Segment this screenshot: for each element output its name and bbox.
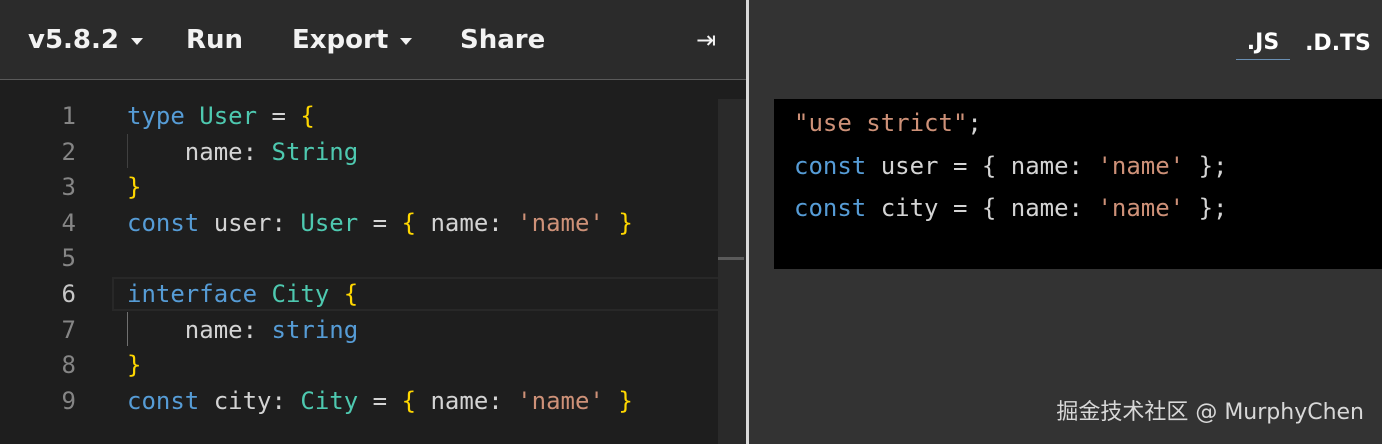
- collapse-panel-icon[interactable]: ⇥: [696, 0, 716, 80]
- run-label: Run: [186, 25, 244, 55]
- line-number: 6: [61, 280, 76, 308]
- code-token: 'name': [1097, 151, 1185, 180]
- code-text: name: string: [127, 313, 358, 348]
- code-token: const: [127, 208, 200, 237]
- code-token: const: [794, 194, 867, 222]
- code-token: {: [343, 280, 359, 308]
- code-token: City: [300, 386, 359, 415]
- code-text: interface City {: [127, 277, 358, 312]
- code-line[interactable]: 8}: [0, 348, 716, 383]
- tab-dts[interactable]: .D.TS: [1305, 26, 1371, 60]
- tab-js-label: .JS: [1246, 30, 1280, 55]
- code-token: }: [618, 386, 633, 415]
- output-line: const city = { name: 'name' };: [794, 188, 1228, 228]
- code-line[interactable]: 7 name: string: [0, 313, 716, 348]
- code-token: =: [257, 102, 301, 130]
- code-token: type: [127, 102, 185, 130]
- code-token: =: [358, 208, 402, 237]
- code-token: user:: [199, 208, 301, 237]
- code-token: name:: [416, 386, 518, 415]
- code-token: city:: [199, 386, 301, 415]
- scrollbar-thumb-mark[interactable]: [718, 257, 744, 260]
- line-number: 4: [61, 208, 76, 237]
- collapse-glyph: ⇥: [696, 26, 717, 54]
- version-label: v5.8.2: [28, 25, 119, 55]
- code-token: =: [358, 386, 402, 415]
- code-token: City: [271, 280, 330, 308]
- watermark: 掘金技术社区 @ MurphyChen: [1056, 400, 1364, 425]
- code-token: string: [271, 315, 359, 344]
- code-line[interactable]: 1 type User = {: [0, 99, 716, 134]
- code-token: };: [1184, 194, 1228, 222]
- code-line[interactable]: 6 interface City {: [0, 277, 716, 312]
- code-token: name:: [416, 208, 518, 237]
- line-number: 9: [61, 386, 76, 415]
- version-dropdown[interactable]: v5.8.2: [28, 0, 143, 80]
- compiled-output: "use strict"; const user = { name: 'name'…: [774, 99, 1382, 269]
- code-token: 'name': [517, 208, 604, 237]
- code-editor[interactable]: 1 type User = {2 name: String 3} 4 const use…: [0, 99, 746, 444]
- code-line[interactable]: 9 const city: City = { name: 'name' }: [0, 384, 716, 419]
- code-token: name:: [127, 315, 272, 344]
- code-text: name: String: [127, 135, 358, 170]
- editor-scrollbar[interactable]: [718, 99, 746, 444]
- line-number: 7: [61, 315, 76, 344]
- code-token: "use strict": [794, 109, 968, 137]
- code-token: const: [794, 151, 867, 180]
- code-token: interface: [127, 280, 258, 308]
- code-text: const city: City = { name: 'name' }: [127, 384, 633, 419]
- code-token: User: [300, 208, 359, 237]
- code-token: String: [271, 137, 359, 166]
- code-line[interactable]: 5: [0, 241, 716, 276]
- code-token: 'name': [1097, 194, 1185, 222]
- code-line[interactable]: 3}: [0, 170, 716, 205]
- code-token: }: [127, 173, 142, 202]
- code-token: {: [300, 102, 315, 130]
- tab-dts-label: .D.TS: [1305, 30, 1371, 56]
- export-dropdown[interactable]: Export: [292, 0, 413, 80]
- code-token: {: [401, 386, 417, 415]
- code-line[interactable]: 4 const user: User = { name: 'name' }: [0, 206, 716, 241]
- line-number: 3: [61, 173, 76, 202]
- code-token: city = { name:: [866, 194, 1098, 222]
- output-line: const user = { name: 'name' };: [794, 146, 1228, 186]
- playground-app: v5.8.2 Run Export Share ⇥ 1 type User = {…: [0, 0, 1382, 444]
- chevron-down-icon: [400, 38, 413, 45]
- code-text: }: [127, 170, 141, 205]
- code-text: }: [127, 348, 141, 383]
- code-text: const user: User = { name: 'name' }: [127, 206, 633, 241]
- export-label: Export: [292, 25, 389, 55]
- code-token: ;: [967, 109, 982, 137]
- editor-pane: v5.8.2 Run Export Share ⇥ 1 type User = {…: [0, 0, 746, 444]
- output-pane: .JS .D.TS "use strict"; const user = { na…: [749, 0, 1382, 444]
- code-token: }: [618, 208, 633, 237]
- code-line[interactable]: 2 name: String: [0, 135, 716, 170]
- code-token: user = { name:: [866, 151, 1098, 180]
- code-text: type User = {: [127, 99, 315, 134]
- line-number: 2: [61, 137, 76, 166]
- toolbar: v5.8.2 Run Export Share ⇥: [0, 0, 746, 80]
- output-line: "use strict";: [794, 103, 982, 143]
- code-token: User: [199, 102, 258, 130]
- code-token: }: [127, 351, 142, 380]
- line-number: 1: [61, 102, 76, 130]
- chevron-down-icon: [130, 38, 143, 45]
- share-button[interactable]: Share: [460, 0, 545, 80]
- code-token: const: [127, 386, 200, 415]
- line-number: 5: [61, 244, 76, 273]
- line-number: 8: [61, 351, 76, 380]
- run-button[interactable]: Run: [186, 0, 243, 80]
- code-token: 'name': [517, 386, 604, 415]
- code-token: name:: [127, 137, 272, 166]
- share-label: Share: [460, 25, 546, 55]
- code-token: };: [1184, 151, 1228, 180]
- code-token: {: [401, 208, 417, 237]
- tab-js[interactable]: .JS: [1236, 26, 1290, 60]
